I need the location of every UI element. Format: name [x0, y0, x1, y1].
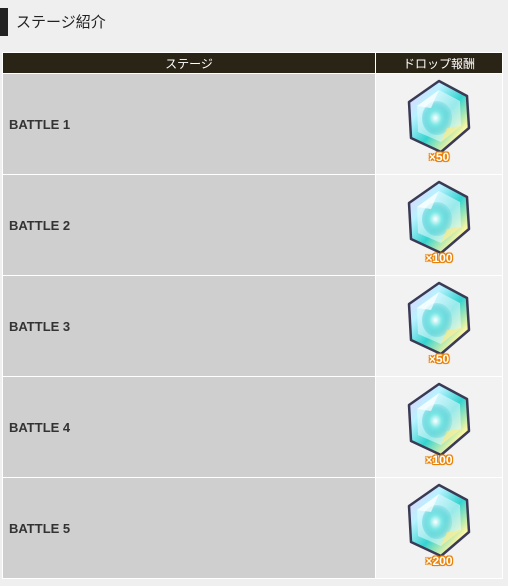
reward-quantity: ×50	[428, 150, 450, 164]
reward-quantity: ×50	[428, 352, 450, 366]
rainbow-crystal-icon	[407, 483, 471, 558]
reward-quantity: ×100	[425, 453, 453, 467]
stage-name: BATTLE 4	[2, 376, 376, 478]
rainbow-crystal-icon	[407, 382, 471, 457]
table-header-row: ステージ ドロップ報酬	[2, 52, 503, 74]
section-header: ステージ紹介	[0, 0, 508, 44]
reward-quantity: ×100	[425, 251, 453, 265]
section-marker	[0, 8, 8, 36]
reward-cell: ×50	[375, 73, 503, 175]
stage-name: BATTLE 2	[2, 174, 376, 276]
section-title: ステージ紹介	[16, 13, 106, 31]
table-row: BATTLE 1 ×50	[2, 73, 503, 175]
reward-cell: ×100	[375, 174, 503, 276]
reward-cell: ×200	[375, 477, 503, 579]
stage-table: ステージ ドロップ報酬 BATTLE 1 ×50 BATTLE 2 ×100 B…	[2, 52, 503, 579]
table-row: BATTLE 4 ×100	[2, 376, 503, 478]
rainbow-crystal-icon	[407, 79, 471, 154]
table-row: BATTLE 3 ×50	[2, 275, 503, 377]
stage-name: BATTLE 5	[2, 477, 376, 579]
column-header-reward: ドロップ報酬	[375, 52, 503, 74]
rainbow-crystal-icon	[407, 281, 471, 356]
reward-cell: ×50	[375, 275, 503, 377]
table-row: BATTLE 2 ×100	[2, 174, 503, 276]
stage-name: BATTLE 1	[2, 73, 376, 175]
rainbow-crystal-icon	[407, 180, 471, 255]
reward-cell: ×100	[375, 376, 503, 478]
reward-quantity: ×200	[425, 554, 453, 568]
table-row: BATTLE 5 ×200	[2, 477, 503, 579]
stage-name: BATTLE 3	[2, 275, 376, 377]
column-header-stage: ステージ	[2, 52, 376, 74]
